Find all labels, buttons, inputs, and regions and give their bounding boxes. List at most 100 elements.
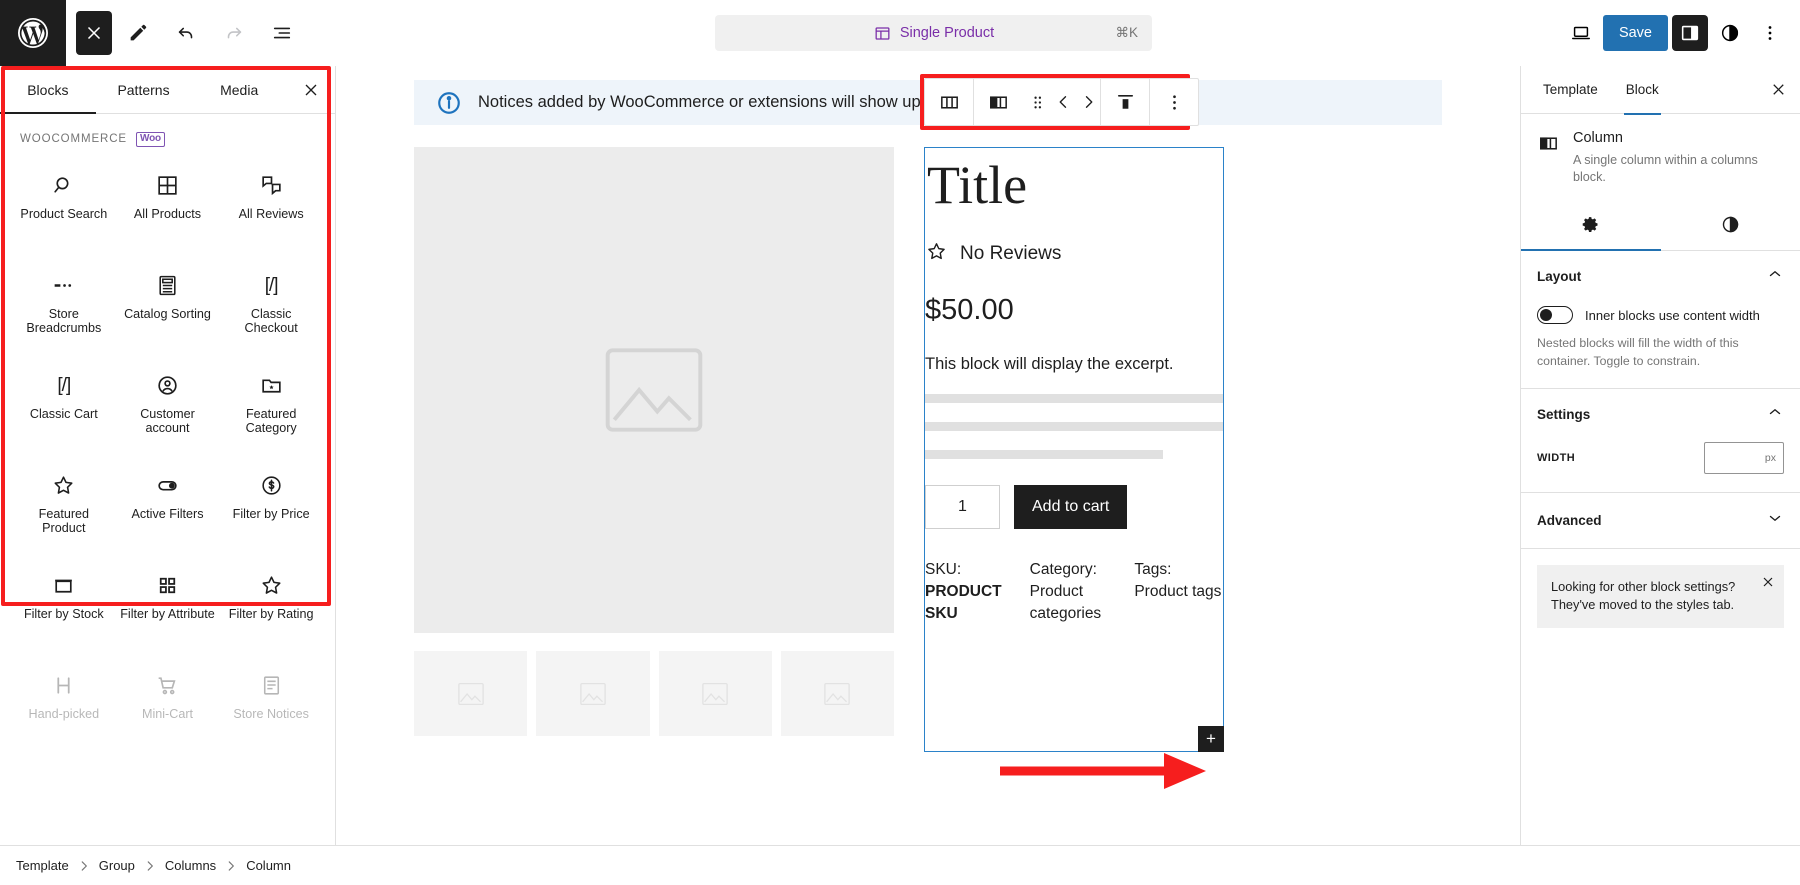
template-icon [873,24,892,43]
vertical-align-button[interactable] [1101,79,1149,125]
command-bar[interactable]: Single Product ⌘K [714,15,1152,51]
star-outline-icon [51,473,76,499]
layout-help-text: Nested blocks will fill the width of thi… [1537,336,1739,368]
product-rating[interactable]: No Reviews [925,240,1223,268]
block-toolbar [924,78,1199,126]
block-item-mini-cart[interactable]: Mini-Cart [116,657,220,757]
quantity-input[interactable]: 1 [925,485,1000,530]
tab-patterns[interactable]: Patterns [96,66,192,113]
breadcrumb-item-column[interactable]: Column [246,858,291,873]
block-item-catalog-sorting[interactable]: Catalog Sorting [116,257,220,357]
tab-template[interactable]: Template [1529,66,1612,114]
block-item-active-filters[interactable]: Active Filters [116,457,220,557]
block-item-store-notices[interactable]: Store Notices [219,657,323,757]
drag-handle-icon[interactable] [1022,79,1052,125]
meta-value: PRODUCT SKU [925,582,1002,622]
block-item-featured-product[interactable]: Featured Product [12,457,116,557]
save-button[interactable]: Save [1602,15,1668,51]
close-editor-button[interactable] [76,11,112,55]
move-left-button[interactable] [1052,79,1076,125]
block-item-product-search[interactable]: Product Search [12,157,116,257]
breadcrumb-item-group[interactable]: Group [99,858,135,873]
notices-icon [259,673,284,699]
add-to-cart-button[interactable]: Add to cart [1014,485,1128,530]
advanced-section-header[interactable]: Advanced [1537,509,1784,532]
styles-button[interactable] [1712,15,1748,51]
block-item-featured-category[interactable]: Featured Category [219,357,323,457]
info-icon [436,90,462,116]
block-label: Filter by Price [232,506,310,521]
block-inserter-panel: Blocks Patterns Media WOOCOMMERCE Woo Pr… [0,66,336,845]
gallery-thumb[interactable] [536,651,650,736]
block-item-hand-picked[interactable]: Hand-picked [12,657,116,757]
gallery-thumb[interactable] [780,651,894,736]
block-item-customer-account[interactable]: Customer account [116,357,220,457]
tab-styles-pane[interactable] [1661,202,1800,250]
user-circle-icon [155,373,180,399]
layout-section-header[interactable]: Layout [1537,265,1784,288]
redo-button[interactable] [212,11,256,55]
product-price[interactable]: $50.00 [925,294,1223,327]
gallery-thumb[interactable] [414,651,528,736]
block-item-all-reviews[interactable]: All Reviews [219,157,323,257]
single-product-layout: Title No Reviews $50.00 This block will … [414,147,1442,752]
block-options-button[interactable] [1150,79,1198,125]
select-parent-button[interactable] [925,79,973,125]
inner-blocks-content-width-toggle[interactable] [1537,306,1573,325]
content-skeleton-line [925,450,1164,460]
device-preview-button[interactable] [1563,15,1599,51]
edit-mode-button[interactable] [116,11,160,55]
width-input[interactable]: px [1704,442,1784,475]
product-gallery[interactable] [414,147,894,736]
more-options-button[interactable] [1752,15,1788,51]
tab-block[interactable]: Block [1612,66,1673,115]
block-item-filter-by-price[interactable]: Filter by Price [219,457,323,557]
block-label: Store Breadcrumbs [26,306,102,336]
inserter-content[interactable]: WOOCOMMERCE Woo Product Search All Produ… [0,114,335,845]
toggle-icon [155,473,180,499]
block-type-button[interactable] [974,79,1022,125]
tab-blocks[interactable]: Blocks [0,66,96,114]
star-outline-icon [259,573,284,599]
product-meta: SKU: PRODUCT SKU Category: Product categ… [925,559,1223,624]
list-view-button[interactable] [260,11,304,55]
selected-column-block[interactable]: Title No Reviews $50.00 This block will … [924,147,1224,752]
undo-button[interactable] [164,11,208,55]
advanced-section: Advanced [1521,493,1800,550]
block-label: Filter by Rating [228,606,314,621]
block-item-classic-checkout[interactable]: [/] Classic Checkout [219,257,323,357]
content-skeleton-line [925,422,1223,432]
add-to-cart-form: 1 Add to cart [925,485,1223,530]
settings-section-header[interactable]: Settings [1537,403,1784,426]
close-settings-button[interactable] [1756,80,1800,99]
gallery-thumb[interactable] [658,651,772,736]
block-appender-button[interactable]: + [1198,726,1224,752]
breadcrumb-item-template[interactable]: Template [16,858,69,873]
toolbar-parent-group [925,79,974,125]
breadcrumb-item-columns[interactable]: Columns [165,858,216,873]
shortcode-icon: [/] [264,274,279,296]
block-item-store-breadcrumbs[interactable]: Store Breadcrumbs [12,257,116,357]
toolbar-options-group [1150,79,1198,125]
width-label: WIDTH [1537,452,1576,465]
tab-settings-pane[interactable] [1521,202,1661,252]
gallery-thumbnails [414,651,894,736]
close-inserter-button[interactable] [287,66,335,113]
dismiss-notice-button[interactable] [1760,574,1776,595]
settings-sidebar-toggle[interactable] [1672,15,1708,51]
product-title[interactable]: Title [925,158,1223,212]
block-item-all-products[interactable]: All Products [116,157,220,257]
layout-section-title: Layout [1537,269,1582,285]
block-item-filter-by-rating[interactable]: Filter by Rating [219,557,323,657]
tab-media[interactable]: Media [191,66,287,113]
site-editor: Single Product ⌘K Save Blocks Patterns M… [0,0,1800,885]
command-bar-shortcut: ⌘K [1115,25,1138,40]
move-right-button[interactable] [1076,79,1100,125]
product-excerpt[interactable]: This block will display the excerpt. [925,353,1223,375]
canvas-content: Title No Reviews $50.00 This block will … [336,125,1520,845]
block-item-filter-by-attribute[interactable]: Filter by Attribute [116,557,220,657]
block-grid: Product Search All Products All Reviews … [12,157,323,757]
gallery-main-image[interactable] [414,147,894,633]
block-item-classic-cart[interactable]: [/] Classic Cart [12,357,116,457]
block-item-filter-by-stock[interactable]: Filter by Stock [12,557,116,657]
